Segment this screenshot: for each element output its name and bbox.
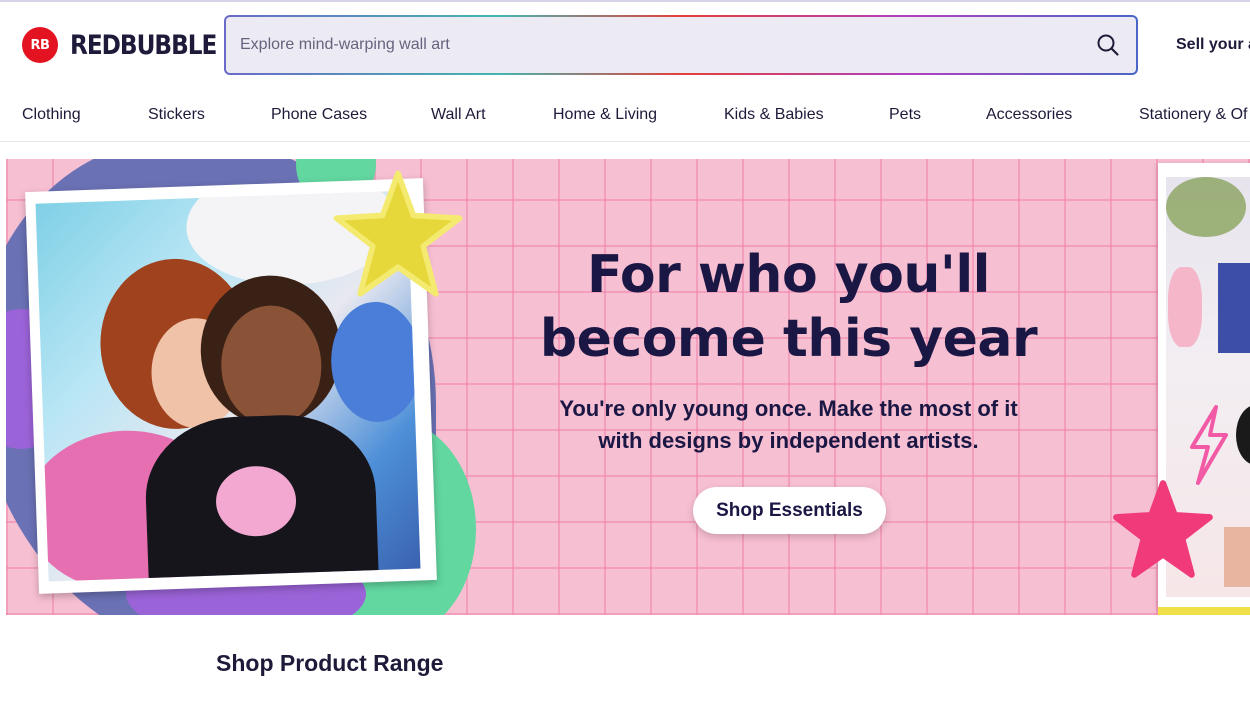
cap-shape [1168,267,1202,347]
nav-item-home-living[interactable]: Home & Living [553,106,657,124]
nav-item-clothing[interactable]: Clothing [22,106,81,124]
site-header: RB REDBUBBLE Sell your a [0,0,1250,92]
yellow-star-icon [333,170,463,297]
logo-badge-icon: RB [22,27,58,63]
search-bar [224,15,1138,75]
search-icon [1097,34,1119,56]
hero-title-line: become this year [539,309,1038,369]
shop-essentials-button[interactable]: Shop Essentials [693,487,886,534]
pink-star-icon [1113,480,1213,578]
hero-title-line: For who you'll [587,245,990,305]
nav-item-stickers[interactable]: Stickers [148,106,205,124]
search-button[interactable] [1096,33,1120,57]
dark-disc-shape [1236,405,1250,465]
poster-shape [1218,263,1250,353]
hero-title: For who you'll become this year [526,243,1051,371]
search-field-container [226,17,1136,73]
nav-item-accessories[interactable]: Accessories [986,106,1072,124]
sell-your-art-link[interactable]: Sell your a [1176,36,1250,54]
next-slide-accent [1158,607,1250,615]
ivy-leaves-shape [1166,177,1246,237]
hero-subtitle-line: You're only young once. Make the most of… [559,396,1018,421]
lightning-bolt-icon [1190,405,1228,485]
hero-banner: For who you'll become this year You're o… [6,159,1250,615]
nav-item-pets[interactable]: Pets [889,106,921,124]
hero-subtitle: You're only young once. Make the most of… [526,393,1051,457]
furniture-shape [1224,527,1250,587]
nav-item-wall-art[interactable]: Wall Art [431,106,486,124]
nav-item-phone-cases[interactable]: Phone Cases [271,106,367,124]
redbubble-logo[interactable]: RB REDBUBBLE [22,27,240,63]
search-input[interactable] [240,17,1060,73]
nav-item-stationery[interactable]: Stationery & Of [1139,106,1248,124]
category-nav: Clothing Stickers Phone Cases Wall Art H… [0,92,1250,142]
logo-wordmark: REDBUBBLE [70,29,217,61]
photo-pillow-shape [329,300,421,424]
nav-item-kids-babies[interactable]: Kids & Babies [724,106,824,124]
shop-product-range-heading: Shop Product Range [216,650,444,676]
hero-subtitle-line: with designs by independent artists. [598,428,979,453]
